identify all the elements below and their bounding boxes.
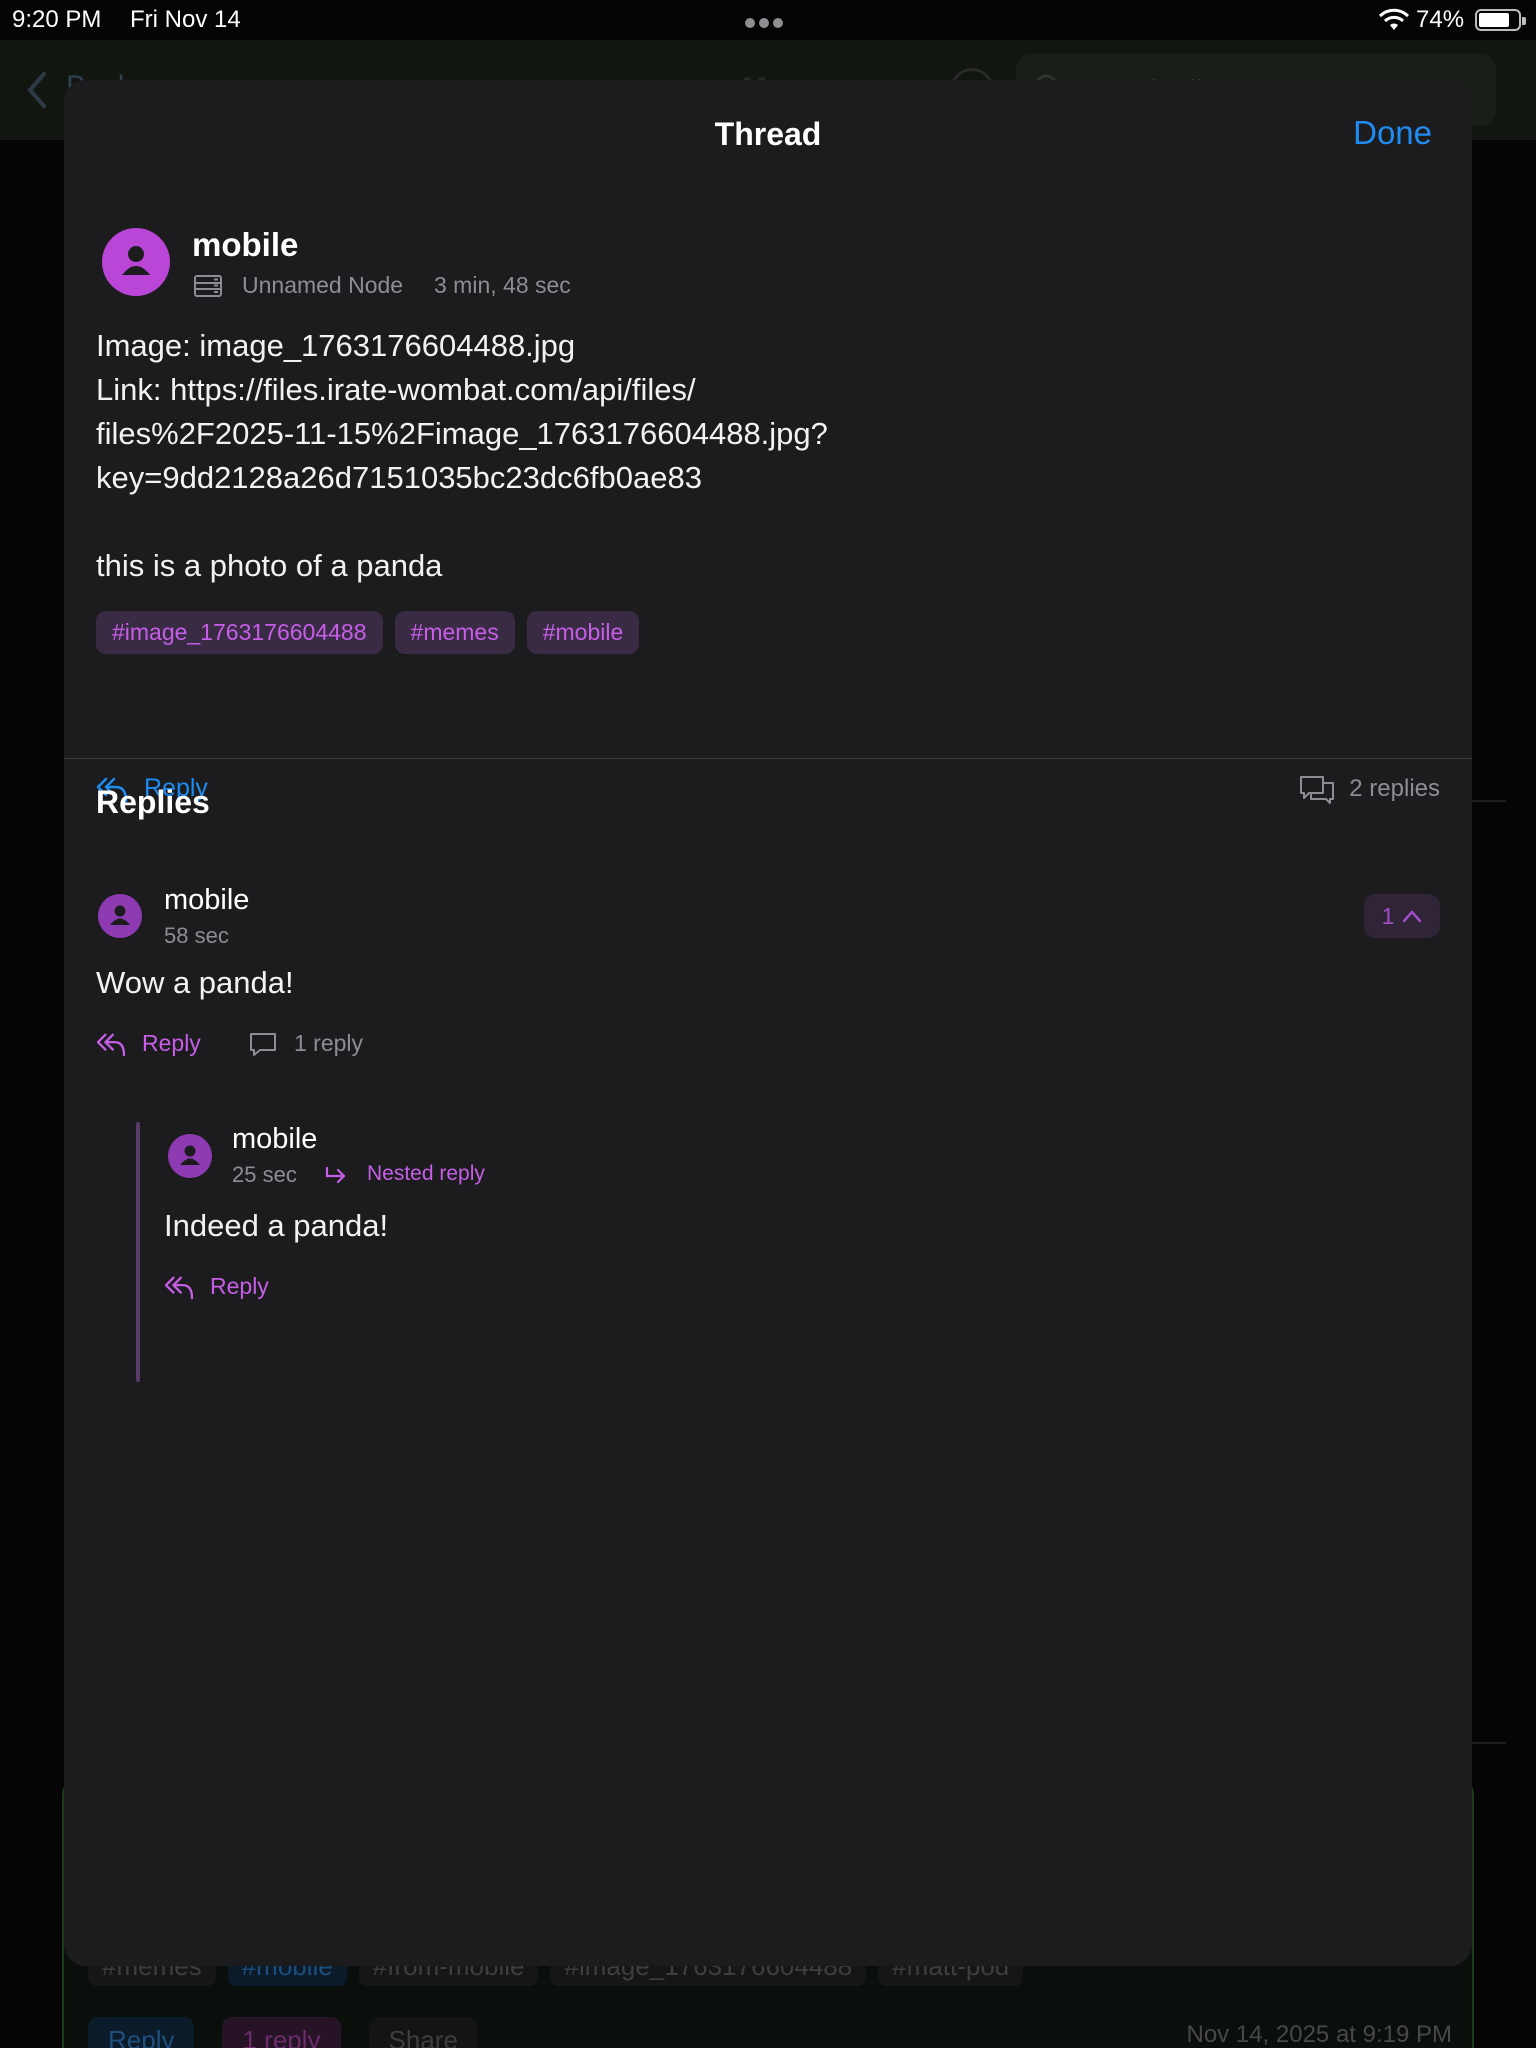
post-author[interactable]: mobile [192, 226, 298, 264]
post-body-line[interactable]: key=9dd2128a26d7151035bc23dc6fb0ae83 [96, 456, 996, 500]
post-body-line [96, 500, 996, 544]
background-share-button: Share [368, 2017, 478, 2048]
reply-count-label[interactable]: 1 reply [294, 1030, 363, 1057]
avatar[interactable] [98, 894, 142, 938]
replies-heading: Replies [96, 784, 210, 820]
collapse-count: 1 [1381, 902, 1395, 929]
person-icon [110, 905, 130, 925]
reply-arrow-icon [164, 1276, 194, 1299]
wifi-icon [1378, 8, 1410, 30]
post-tags: #image_1763176604488 #memes #mobile [96, 611, 640, 654]
reply-button-label[interactable]: Reply [210, 1273, 269, 1300]
status-date: Fri Nov 14 [130, 6, 241, 33]
status-bar: 9:20 PM Fri Nov 14 74% [0, 0, 1536, 40]
reply-button[interactable]: Reply [164, 1273, 269, 1300]
reply-body: Wow a panda! [96, 965, 294, 1000]
post-node-name: Unnamed Node [242, 272, 404, 298]
post-body-line: Image: image_1763176604488.jpg [96, 328, 576, 363]
nested-arrow-icon [325, 1166, 346, 1184]
speech-bubble-icon [250, 1032, 276, 1056]
replies-count: 2 replies [1299, 774, 1440, 804]
tag-chip[interactable]: #memes [394, 611, 515, 654]
server-icon [194, 275, 222, 297]
post-body: Image: image_1763176604488.jpg Link: htt… [96, 324, 996, 588]
collapse-replies-button[interactable]: 1 [1364, 894, 1440, 938]
reply-time: 25 sec [232, 1162, 297, 1187]
chevron-up-icon [1403, 910, 1422, 923]
background-replies-button: 1 reply [222, 2017, 341, 2048]
reply-arrow-icon [96, 1033, 126, 1056]
battery-icon [1475, 9, 1526, 31]
battery-percent: 74% [1416, 6, 1465, 33]
reply-button-label[interactable]: Reply [142, 1030, 201, 1057]
post-body-line[interactable]: Link: https://files.irate-wombat.com/api… [96, 368, 996, 412]
person-icon [180, 1145, 200, 1165]
avatar[interactable] [102, 228, 170, 296]
reply-button[interactable]: Reply [96, 1030, 201, 1057]
post-body-line: this is a photo of a panda [96, 548, 443, 583]
reply-time: 58 sec [164, 923, 229, 948]
reply-body: Indeed a panda! [164, 1208, 389, 1243]
background-reply-button: Reply [88, 2017, 195, 2048]
reply-author[interactable]: mobile [164, 884, 249, 917]
post-time: 3 min, 48 sec [434, 272, 571, 298]
tag-chip[interactable]: #mobile [526, 611, 640, 654]
nesting-indicator [136, 1122, 140, 1382]
background-divider [1470, 1742, 1506, 1744]
multitasking-dots-icon[interactable] [745, 15, 789, 28]
status-time: 9:20 PM [12, 6, 102, 33]
person-icon [122, 246, 150, 275]
done-button[interactable]: Done [1353, 114, 1432, 152]
background-timestamp: Nov 14, 2025 at 9:19 PM [1186, 2021, 1453, 2048]
sheet-header: Thread Done [64, 80, 1472, 190]
section-divider [64, 758, 1472, 759]
chevron-left-icon [27, 72, 46, 108]
post-body-line[interactable]: files%2F2025-11-15%2Fimage_1763176604488… [96, 412, 996, 456]
reply-count[interactable]: 1 reply [248, 1030, 363, 1057]
tag-chip[interactable]: #image_1763176604488 [96, 611, 383, 654]
avatar[interactable] [168, 1134, 212, 1178]
replies-count-label: 2 replies [1349, 775, 1440, 802]
sheet-title: Thread [714, 116, 822, 152]
nested-reply-label[interactable]: Nested reply [367, 1162, 485, 1186]
background-actions: Reply 1 reply Share [88, 2017, 478, 2048]
reply-author[interactable]: mobile [232, 1123, 317, 1156]
thread-sheet: Thread Done mobile Unnamed Node 3 min, 4… [64, 80, 1472, 1966]
background-divider [1470, 800, 1506, 802]
speech-bubbles-icon [1300, 776, 1335, 804]
